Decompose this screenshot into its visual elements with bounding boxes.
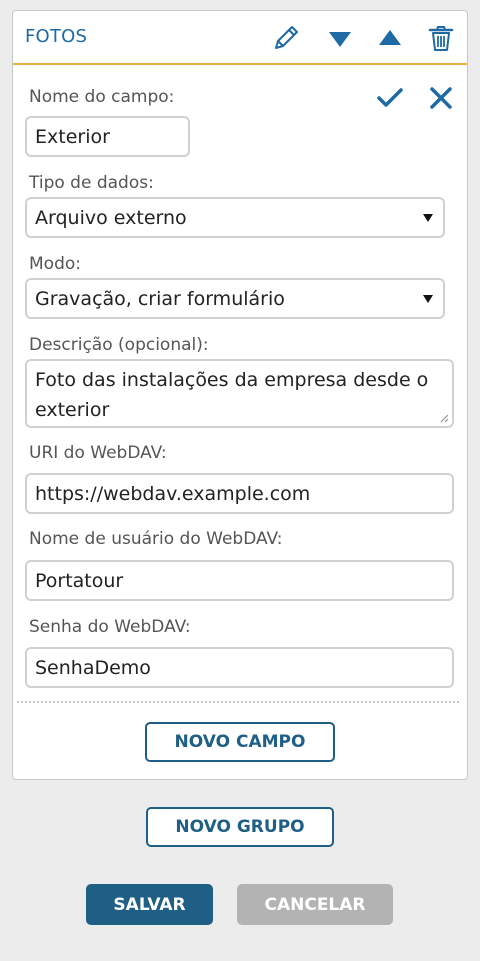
- data-type-label: Tipo de dados:: [29, 173, 154, 193]
- new-group-button[interactable]: NOVO GRUPO: [146, 807, 334, 847]
- trash-icon[interactable]: [426, 23, 456, 53]
- group-title: FOTOS: [25, 26, 88, 47]
- field-name-label: Nome do campo:: [29, 87, 175, 107]
- close-icon[interactable]: [426, 83, 456, 113]
- resize-grip-icon[interactable]: [439, 413, 449, 423]
- webdav-uri-label: URI do WebDAV:: [29, 443, 167, 463]
- mode-select[interactable]: Gravação, criar formulário: [25, 278, 445, 319]
- new-field-button[interactable]: NOVO CAMPO: [145, 722, 335, 762]
- chevron-down-icon: [423, 213, 433, 222]
- description-label: Descrição (opcional):: [29, 335, 209, 355]
- mode-value: Gravação, criar formulário: [35, 287, 285, 310]
- field-name-input[interactable]: [25, 116, 190, 157]
- check-icon[interactable]: [375, 83, 405, 113]
- move-up-icon[interactable]: [375, 23, 405, 53]
- save-button[interactable]: SALVAR: [86, 884, 213, 925]
- group-card: FOTOS Nome do campo: Exterior Tipo de da…: [12, 10, 468, 780]
- description-textarea[interactable]: Foto das instalações da empresa desde o …: [25, 359, 454, 428]
- description-value: Foto das instalações da empresa desde o …: [35, 369, 429, 421]
- webdav-uri-input[interactable]: [25, 473, 454, 514]
- data-type-select[interactable]: Arquivo externo: [25, 197, 445, 238]
- group-header: FOTOS: [13, 11, 467, 65]
- data-type-value: Arquivo externo: [35, 206, 187, 229]
- webdav-user-input[interactable]: [25, 560, 454, 601]
- webdav-password-label: Senha do WebDAV:: [29, 617, 191, 637]
- webdav-user-label: Nome de usuário do WebDAV:: [29, 529, 283, 549]
- webdav-password-input[interactable]: [25, 647, 454, 688]
- move-down-icon[interactable]: [325, 23, 355, 53]
- separator: [17, 701, 459, 703]
- chevron-down-icon: [423, 294, 433, 303]
- mode-label: Modo:: [29, 254, 81, 274]
- cancel-button[interactable]: CANCELAR: [237, 884, 393, 925]
- pencil-icon[interactable]: [271, 23, 301, 53]
